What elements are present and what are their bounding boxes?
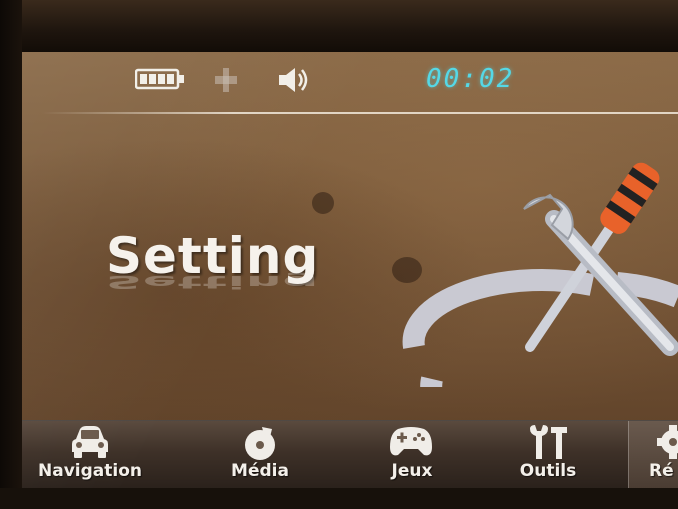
clock: 00:02 (426, 64, 515, 94)
media-icon (245, 427, 275, 460)
dock-label-tools: Outils (519, 461, 577, 481)
battery-icon (135, 68, 184, 90)
signal-icon (215, 68, 237, 92)
speaker-icon (279, 68, 308, 92)
screen-smudge (312, 192, 334, 214)
dock-item-games[interactable]: Jeux (370, 421, 454, 488)
dock-item-settings[interactable]: Ré (628, 421, 678, 488)
dock-label-media: Média (231, 461, 289, 481)
device-bezel-left (0, 0, 22, 509)
car-icon (72, 426, 108, 458)
dock-label-navigation: Navigation (38, 461, 142, 481)
gamepad-icon (390, 427, 432, 456)
page-title-reflection: Setting (106, 271, 320, 292)
bottom-dock: Navigation Média Jeux Outils Ré (22, 420, 678, 488)
dock-item-media[interactable]: Média (210, 421, 310, 488)
gear-icon (657, 425, 678, 459)
device-bezel-bottom (0, 488, 678, 509)
tools-icon (530, 425, 567, 459)
dock-item-navigation[interactable]: Navigation (30, 421, 150, 488)
tools-icon (402, 162, 678, 387)
status-divider (42, 112, 678, 114)
dock-item-tools[interactable]: Outils (506, 421, 590, 488)
status-bar: 00:02 (22, 52, 678, 114)
dock-label-settings: Ré (649, 461, 674, 481)
device-screen: 00:02 Setting Setting Navigation Média J… (22, 52, 678, 488)
dock-label-games: Jeux (391, 461, 433, 481)
device-bezel-top (0, 0, 678, 52)
